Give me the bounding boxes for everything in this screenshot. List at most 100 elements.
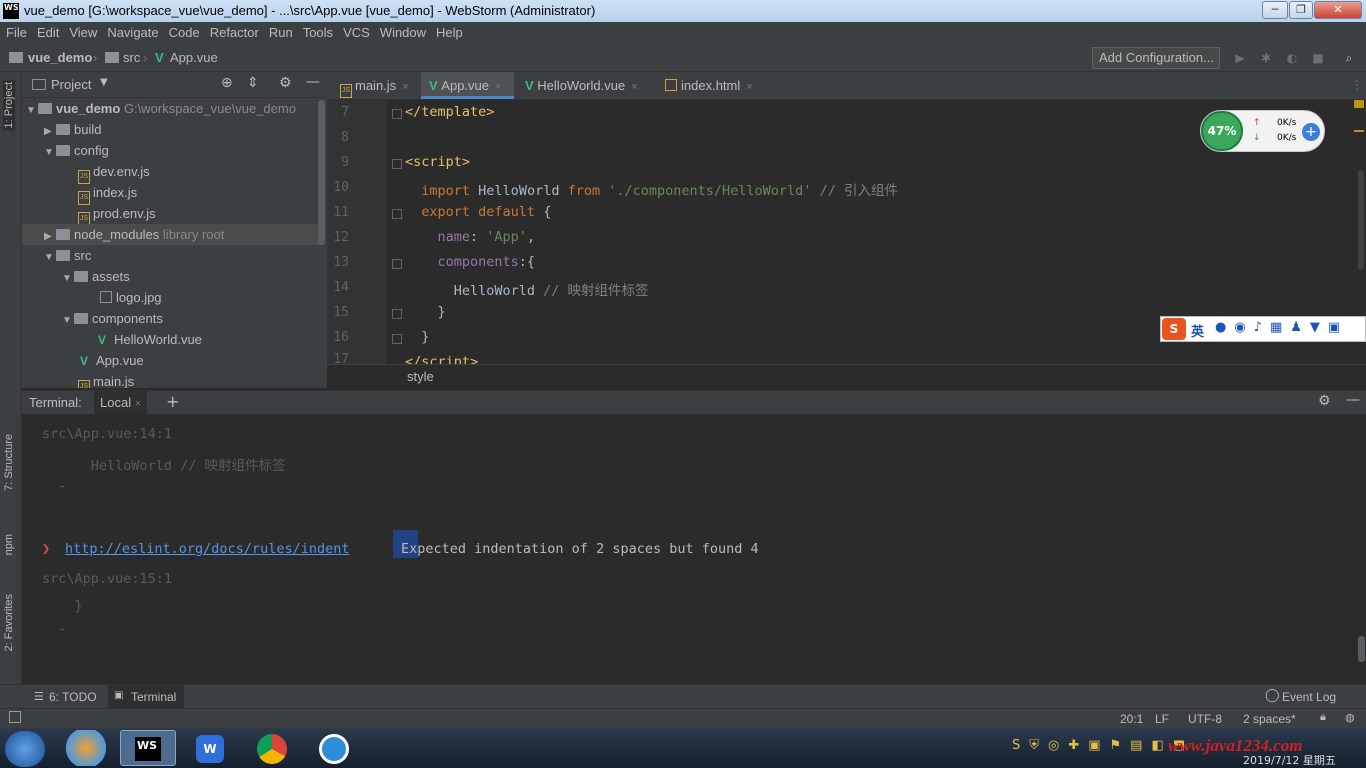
tree-item-app-vue[interactable]: V App.vue (22, 350, 320, 371)
close-window-button[interactable]: ✕ (1314, 1, 1362, 19)
line-separator[interactable]: LF (1155, 712, 1169, 726)
start-button[interactable] (5, 731, 45, 767)
fold-marker-icon[interactable] (392, 259, 402, 269)
code-line-9[interactable]: <script> (405, 154, 470, 170)
tree-item-prod-env[interactable]: JS prod.env.js (22, 203, 320, 226)
code-line-7[interactable]: </template> (405, 104, 494, 120)
tree-item-dev-env[interactable]: JS dev.env.js (22, 161, 320, 184)
fold-marker-icon[interactable] (392, 334, 402, 344)
taskbar-app-explorer[interactable] (58, 730, 114, 766)
hide-panel-icon[interactable]: — (306, 74, 320, 90)
tab-index-html[interactable]: index.html × (657, 72, 761, 99)
code-line-13[interactable]: components:{ (405, 254, 536, 270)
breadcrumb-folder[interactable]: src (123, 50, 140, 65)
terminal-output[interactable]: src\App.vue:14:1 HelloWorld // 映射组件标签 - … (22, 414, 1366, 684)
fold-marker-icon[interactable] (392, 159, 402, 169)
tree-item-main-js[interactable]: JS main.js (22, 371, 320, 388)
eslint-rule-link[interactable]: http://eslint.org/docs/rules/indent (65, 541, 349, 557)
code-line-17[interactable]: </script> (405, 354, 478, 364)
code-line-16[interactable]: } (405, 329, 429, 345)
menu-help[interactable]: Help (430, 22, 467, 40)
add-icon[interactable]: + (1302, 123, 1320, 141)
taskbar-date[interactable]: 2019/7/12 星期五 (1243, 752, 1336, 768)
fold-marker-icon[interactable] (392, 309, 402, 319)
add-configuration-button[interactable]: Add Configuration... (1092, 47, 1220, 69)
maximize-button[interactable]: ❐ (1289, 1, 1313, 19)
close-icon[interactable]: × (495, 81, 501, 93)
menu-refactor[interactable]: Refactor (204, 22, 263, 40)
locate-icon[interactable]: ⊕ (221, 75, 233, 91)
run-icon[interactable]: ▶ (1233, 51, 1247, 65)
tool-tab-npm[interactable]: npm (3, 534, 15, 555)
taskbar-app-chrome[interactable] (244, 730, 300, 766)
code-line-14[interactable]: HelloWorld // 映射组件标签 (405, 279, 649, 299)
code-line-15[interactable]: } (405, 304, 446, 320)
debug-icon[interactable]: ✱ (1259, 51, 1273, 65)
tree-item-components[interactable]: ▼ components (22, 308, 320, 329)
breadcrumb-project[interactable]: vue_demo (28, 50, 92, 65)
code-line-10[interactable]: import HelloWorld from './components/Hel… (405, 179, 898, 199)
tab-app-vue[interactable]: V App.vue × (421, 72, 514, 99)
chevron-down-icon[interactable]: ▼ (100, 77, 108, 88)
caret-position[interactable]: 20:1 (1120, 712, 1143, 726)
tool-tab-terminal[interactable]: Terminal (131, 690, 176, 704)
ime-language[interactable]: 英 (1191, 321, 1204, 340)
code-line-12[interactable]: name: 'App', (405, 229, 536, 245)
lock-icon[interactable]: 🔒︎ (1320, 711, 1326, 724)
project-scrollbar[interactable] (318, 100, 325, 245)
sogou-logo-icon[interactable]: S (1162, 318, 1186, 340)
menu-navigate[interactable]: Navigate (101, 22, 162, 40)
hide-panel-icon[interactable]: — (1346, 392, 1360, 408)
tree-item-src[interactable]: ▼ src (22, 245, 320, 266)
code-line-11[interactable]: export default { (405, 204, 551, 220)
inspector-icon[interactable]: ◍ (1345, 711, 1355, 724)
tree-item-logo[interactable]: logo.jpg (22, 287, 320, 308)
tab-main-js[interactable]: JS main.js × (332, 72, 420, 99)
close-icon[interactable]: × (135, 398, 141, 410)
close-icon[interactable]: × (402, 81, 408, 93)
gear-icon[interactable]: ⚙ (279, 75, 292, 91)
fold-marker-icon[interactable] (392, 209, 402, 219)
warning-marker-icon[interactable] (1354, 100, 1364, 108)
stop-icon[interactable]: ■ (1311, 51, 1325, 65)
menu-tools[interactable]: Tools (297, 22, 337, 40)
ime-tool-icons[interactable]: ●◉♪▦♟▼▣ (1215, 320, 1348, 335)
toggle-tool-windows-icon[interactable] (9, 711, 21, 723)
tool-tab-project[interactable]: 1: Project (3, 80, 15, 131)
taskbar-app-wps[interactable]: W (182, 730, 238, 766)
ime-toolbar[interactable]: S 英 ●◉♪▦♟▼▣ (1160, 316, 1366, 342)
search-everywhere-icon[interactable]: ⌕ (1342, 51, 1356, 65)
tree-item-config[interactable]: ▼ config (22, 140, 320, 161)
network-speed-widget[interactable]: 47% ↑ ↓ 0K/s 0K/s + (1200, 110, 1325, 152)
tool-tab-favorites[interactable]: 2: Favorites (3, 594, 15, 651)
menu-vcs[interactable]: VCS (337, 22, 374, 40)
tab-menu-icon[interactable]: ⋮ (1351, 78, 1363, 92)
tab-helloworld-vue[interactable]: V HelloWorld.vue × (517, 72, 655, 99)
tray-icons[interactable]: S⛨◎✚▣⚑▤◧⬒ (1012, 738, 1194, 753)
tool-tab-event-log[interactable]: Event Log (1282, 690, 1336, 704)
tree-item-helloworld[interactable]: V HelloWorld.vue (22, 329, 320, 350)
file-encoding[interactable]: UTF-8 (1188, 712, 1222, 726)
tool-tab-structure[interactable]: 7: Structure (3, 434, 15, 491)
tree-item-root[interactable]: ▼ vue_demo G:\workspace_vue\vue_demo (22, 98, 320, 119)
tool-tab-todo[interactable]: 6: TODO (49, 690, 97, 704)
menu-edit[interactable]: Edit (31, 22, 63, 40)
menu-view[interactable]: View (63, 22, 101, 40)
tree-item-assets[interactable]: ▼ assets (22, 266, 320, 287)
warning-stripe[interactable] (1354, 130, 1364, 132)
terminal-scrollbar[interactable] (1358, 636, 1365, 662)
collapse-all-icon[interactable]: ⇕ (247, 75, 259, 91)
close-icon[interactable]: × (631, 81, 637, 93)
close-icon[interactable]: × (746, 81, 752, 93)
menu-window[interactable]: Window (374, 22, 430, 40)
tree-item-build[interactable]: ▶ build (22, 119, 320, 140)
menu-run[interactable]: Run (263, 22, 297, 40)
taskbar-app-browser[interactable] (306, 730, 362, 766)
menu-code[interactable]: Code (163, 22, 204, 40)
project-panel-title[interactable]: Project (51, 77, 91, 92)
gear-icon[interactable]: ⚙ (1318, 393, 1331, 409)
taskbar-app-webstorm[interactable]: WS (120, 730, 176, 766)
breadcrumb-file[interactable]: App.vue (170, 50, 218, 65)
menu-file[interactable]: File (0, 22, 31, 40)
add-terminal-icon[interactable]: + (166, 392, 179, 411)
